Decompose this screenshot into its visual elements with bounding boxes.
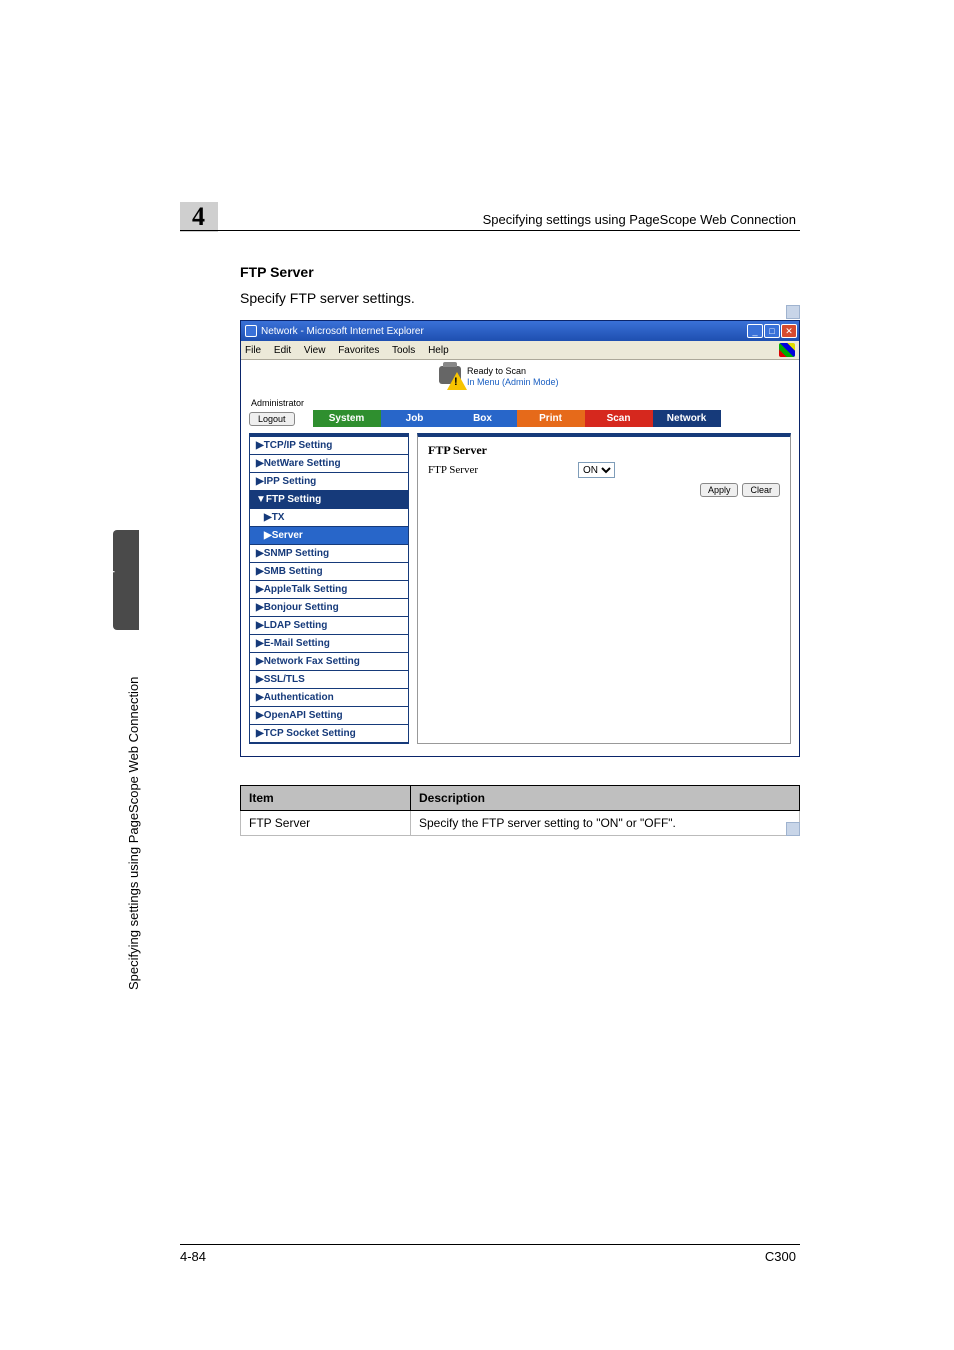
settings-panel: FTP Server FTP Server ON Apply Clear xyxy=(417,433,791,744)
window-close-button[interactable]: ✕ xyxy=(781,324,797,338)
sidebar-item-appletalk[interactable]: ▶AppleTalk Setting xyxy=(250,581,408,599)
section-title: FTP Server xyxy=(240,264,800,280)
menu-edit[interactable]: Edit xyxy=(274,345,291,356)
sidebar-item-netware[interactable]: ▶NetWare Setting xyxy=(250,455,408,473)
scrollbar-up-icon[interactable] xyxy=(786,305,800,319)
sidebar-item-netfax[interactable]: ▶Network Fax Setting xyxy=(250,653,408,671)
running-header: Specifying settings using PageScope Web … xyxy=(483,212,796,227)
side-label-text: Specifying settings using PageScope Web … xyxy=(126,677,141,990)
sidebar-item-ssltls[interactable]: ▶SSL/TLS xyxy=(250,671,408,689)
tab-network[interactable]: Network xyxy=(653,410,721,427)
window-titlebar: Network - Microsoft Internet Explorer _ … xyxy=(241,321,799,341)
sidebar-item-tx[interactable]: ▶TX xyxy=(250,509,408,527)
header-rule xyxy=(180,230,800,231)
sidebar-item-smb[interactable]: ▶SMB Setting xyxy=(250,563,408,581)
tabs-row: Logout System Job Box Print Scan Network xyxy=(249,410,791,427)
menu-items: File Edit View Favorites Tools Help xyxy=(245,345,459,356)
content-area: FTP Server Specify FTP server settings. … xyxy=(240,264,800,836)
menu-help[interactable]: Help xyxy=(428,345,449,356)
sidebar-item-auth[interactable]: ▶Authentication xyxy=(250,689,408,707)
ie-throbber-icon xyxy=(779,343,795,357)
sidebar-item-openapi[interactable]: ▶OpenAPI Setting xyxy=(250,707,408,725)
menu-favorites[interactable]: Favorites xyxy=(338,345,379,356)
clear-button[interactable]: Clear xyxy=(742,483,780,497)
sidebar-item-tcpip[interactable]: ▶TCP/IP Setting xyxy=(250,437,408,455)
table-cell-item: FTP Server xyxy=(241,811,411,836)
description-table: Item Description FTP Server Specify the … xyxy=(240,785,800,836)
sidebar-item-ipp[interactable]: ▶IPP Setting xyxy=(250,473,408,491)
chapter-number: 4 xyxy=(192,202,205,231)
table-header-description: Description xyxy=(411,786,800,811)
tab-scan[interactable]: Scan xyxy=(585,410,653,427)
status-row: ! Ready to Scan In Menu (Admin Mode) xyxy=(439,366,791,388)
scrollbar-down-icon[interactable] xyxy=(786,822,800,836)
chapter-tab-label: Chapter 4 xyxy=(101,569,115,595)
menu-file[interactable]: File xyxy=(245,345,261,356)
table-cell-desc: Specify the FTP server setting to "ON" o… xyxy=(411,811,800,836)
menu-view[interactable]: View xyxy=(304,345,326,356)
sidebar-item-bonjour[interactable]: ▶Bonjour Setting xyxy=(250,599,408,617)
section-description: Specify FTP server settings. xyxy=(240,290,800,306)
tab-system[interactable]: System xyxy=(313,410,381,427)
sidebar: ▶TCP/IP Setting ▶NetWare Setting ▶IPP Se… xyxy=(249,433,409,744)
status-mode: In Menu (Admin Mode) xyxy=(467,377,559,388)
ie-icon xyxy=(245,325,257,337)
window-maximize-button[interactable]: □ xyxy=(764,324,780,338)
field-label-ftp-server: FTP Server xyxy=(428,464,578,476)
chapter-number-box: 4 xyxy=(180,202,218,232)
menu-tools[interactable]: Tools xyxy=(392,345,415,356)
ftp-server-select[interactable]: ON xyxy=(578,462,615,478)
browser-window: Network - Microsoft Internet Explorer _ … xyxy=(240,320,800,757)
table-row: FTP Server Specify the FTP server settin… xyxy=(241,811,800,836)
warning-icon: ! xyxy=(447,372,467,390)
sidebar-item-ldap[interactable]: ▶LDAP Setting xyxy=(250,617,408,635)
tab-job[interactable]: Job xyxy=(381,410,449,427)
panel-title: FTP Server xyxy=(428,443,780,458)
browser-menubar: File Edit View Favorites Tools Help xyxy=(241,341,799,360)
window-minimize-button[interactable]: _ xyxy=(747,324,763,338)
window-title: Network - Microsoft Internet Explorer xyxy=(261,326,424,337)
table-header-item: Item xyxy=(241,786,411,811)
status-ready: Ready to Scan xyxy=(467,366,559,377)
footer-rule xyxy=(180,1244,800,1245)
footer-page-number: 4-84 xyxy=(180,1249,206,1264)
apply-button[interactable]: Apply xyxy=(700,483,739,497)
footer-model: C300 xyxy=(765,1249,796,1264)
sidebar-item-snmp[interactable]: ▶SNMP Setting xyxy=(250,545,408,563)
sidebar-item-tcpsocket[interactable]: ▶TCP Socket Setting xyxy=(250,725,408,743)
tab-print[interactable]: Print xyxy=(517,410,585,427)
page-area: ! Ready to Scan In Menu (Admin Mode) Adm… xyxy=(241,360,799,756)
admin-label: Administrator xyxy=(251,398,791,408)
tab-box[interactable]: Box xyxy=(449,410,517,427)
sidebar-item-email[interactable]: ▶E-Mail Setting xyxy=(250,635,408,653)
sidebar-item-ftp[interactable]: ▼FTP Setting xyxy=(250,491,408,509)
side-label: Specifying settings using PageScope Web … xyxy=(120,540,144,990)
sidebar-item-server[interactable]: ▶Server xyxy=(250,527,408,545)
logout-button[interactable]: Logout xyxy=(249,412,295,426)
